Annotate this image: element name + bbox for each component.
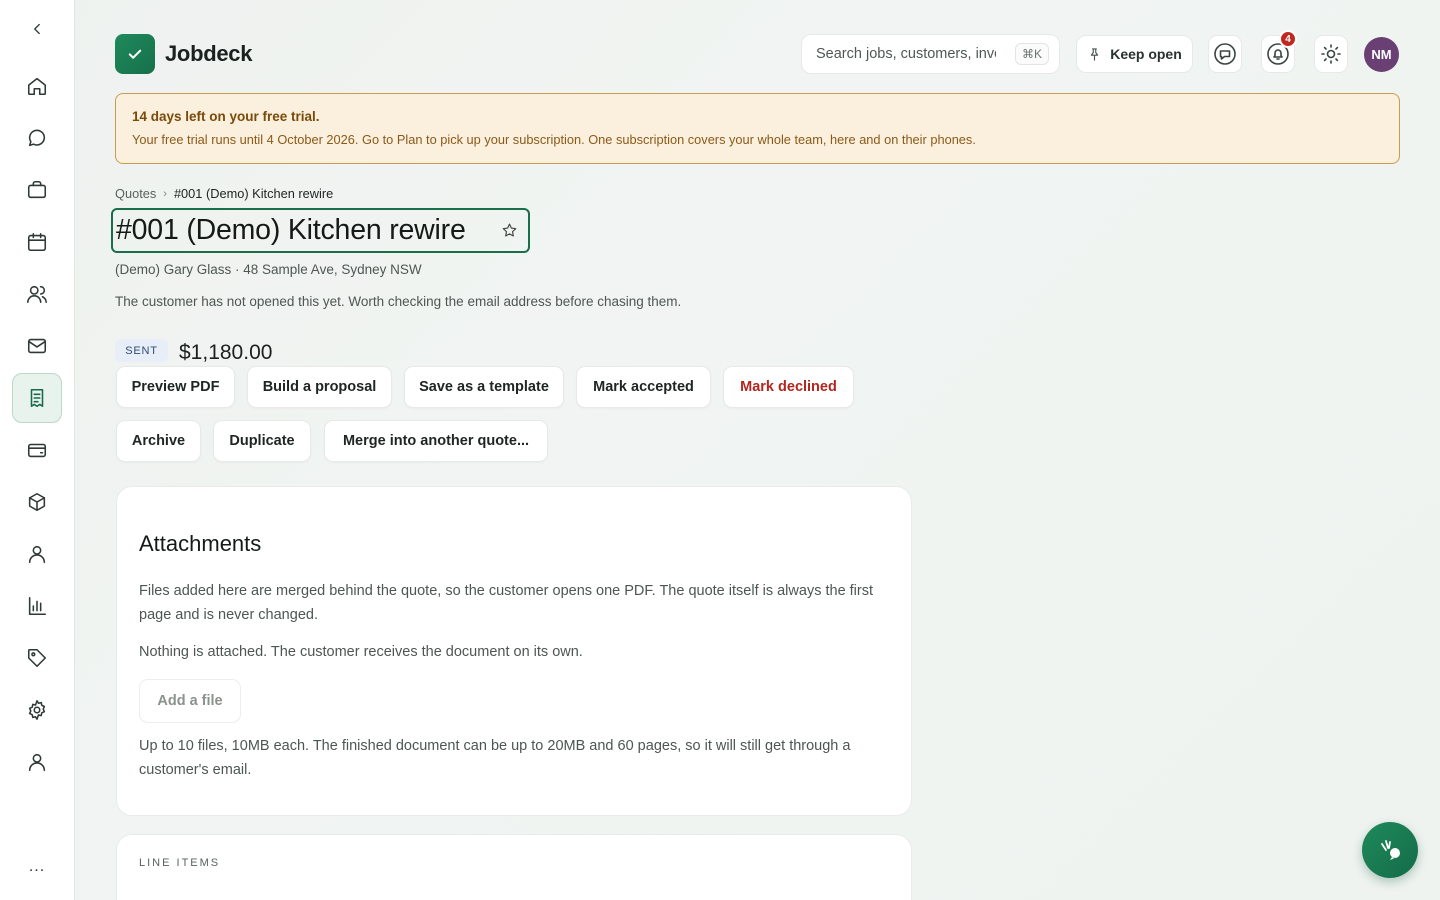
search-input[interactable] xyxy=(816,46,996,62)
theme-toggle-button[interactable] xyxy=(1314,35,1348,73)
status-note: The customer has not opened this yet. Wo… xyxy=(115,294,682,309)
attachments-card: Attachments Files added here are merged … xyxy=(116,486,912,816)
search-shortcut: ⌘K xyxy=(1014,43,1049,65)
more-menu[interactable]: ... xyxy=(12,858,62,886)
users-icon xyxy=(27,285,47,304)
attachments-empty-text: Nothing is attached. The customer receiv… xyxy=(139,644,583,660)
bar-chart-icon xyxy=(28,596,47,616)
sidebar-item-reports[interactable] xyxy=(12,581,62,631)
archive-button[interactable]: Archive xyxy=(116,420,201,462)
person-icon xyxy=(28,545,46,564)
preview-pdf-button[interactable]: Preview PDF xyxy=(116,366,235,408)
attachments-description: Files added here are merged behind the q… xyxy=(139,583,874,623)
trial-title: 14 days left on your free trial. xyxy=(132,109,320,124)
chat-bubble-icon xyxy=(28,129,46,147)
customer-address: (Demo) Gary Glass · 48 Sample Ave, Sydne… xyxy=(115,262,422,277)
chevron-right-icon: › xyxy=(163,187,167,200)
breadcrumb: Quotes › #001 (Demo) Kitchen rewire xyxy=(115,186,333,201)
sidebar-item-messages[interactable] xyxy=(12,113,62,163)
sidebar-item-team[interactable] xyxy=(12,529,62,579)
status-badge: SENT xyxy=(115,339,168,362)
home-icon xyxy=(27,77,47,96)
mail-icon xyxy=(27,338,47,354)
line-items-label: LINE ITEMS xyxy=(139,857,221,869)
search-box[interactable]: ⌘K xyxy=(801,34,1060,74)
keep-open-label: Keep open xyxy=(1110,46,1182,62)
sidebar: ... xyxy=(0,0,75,900)
pin-icon xyxy=(1091,47,1099,61)
sidebar-item-home[interactable] xyxy=(12,61,62,111)
save-template-button[interactable]: Save as a template xyxy=(404,366,564,408)
briefcase-icon xyxy=(27,180,47,199)
user-icon xyxy=(28,753,46,772)
message-icon xyxy=(1214,43,1236,65)
sidebar-item-jobs[interactable] xyxy=(12,165,62,215)
add-file-button[interactable]: Add a file xyxy=(139,679,241,723)
mark-accepted-button[interactable]: Mark accepted xyxy=(576,366,711,408)
merge-quote-button[interactable]: Merge into another quote... xyxy=(324,420,548,462)
sidebar-item-profile[interactable] xyxy=(12,737,62,787)
sidebar-item-calendar[interactable] xyxy=(12,217,62,267)
box-icon xyxy=(28,492,46,512)
calendar-icon xyxy=(27,232,47,252)
star-icon[interactable] xyxy=(501,222,518,239)
brand[interactable]: Jobdeck xyxy=(115,34,252,74)
attachments-title: Attachments xyxy=(139,531,262,556)
notifications-button[interactable]: 4 xyxy=(1261,30,1297,73)
sidebar-item-quotes[interactable] xyxy=(12,373,62,423)
assistant-icon xyxy=(1381,840,1400,860)
sidebar-item-payments[interactable] xyxy=(12,425,62,475)
build-proposal-button[interactable]: Build a proposal xyxy=(247,366,392,408)
sidebar-item-tags[interactable] xyxy=(12,633,62,683)
notification-count-badge: 4 xyxy=(1279,30,1297,48)
title-edit-field[interactable]: #001 (Demo) Kitchen rewire xyxy=(111,208,530,253)
collapse-sidebar-icon[interactable] xyxy=(12,4,62,54)
sidebar-item-email[interactable] xyxy=(12,321,62,371)
mark-declined-button[interactable]: Mark declined xyxy=(723,366,854,408)
breadcrumb-quotes-link[interactable]: Quotes xyxy=(115,186,156,201)
wallet-icon xyxy=(27,443,47,458)
sidebar-item-products[interactable] xyxy=(12,477,62,527)
brand-logo-icon xyxy=(115,34,155,74)
sidebar-item-settings[interactable] xyxy=(12,685,62,735)
sidebar-item-customers[interactable] xyxy=(12,269,62,319)
breadcrumb-current: #001 (Demo) Kitchen rewire xyxy=(173,186,334,201)
avatar[interactable]: NM xyxy=(1364,37,1399,72)
app-name: Jobdeck xyxy=(165,41,253,66)
attachments-limits: Up to 10 files, 10MB each. The finished … xyxy=(139,738,851,778)
chat-button[interactable] xyxy=(1208,35,1242,73)
line-items-card: LINE ITEMS xyxy=(116,834,912,900)
gear-icon xyxy=(28,700,46,720)
duplicate-button[interactable]: Duplicate xyxy=(213,420,311,462)
tag-icon xyxy=(27,648,47,668)
page-title[interactable]: #001 (Demo) Kitchen rewire xyxy=(116,214,466,247)
sun-icon xyxy=(1321,44,1341,64)
keep-open-button[interactable]: Keep open xyxy=(1076,35,1193,73)
trial-banner: 14 days left on your free trial. Your fr… xyxy=(115,93,1400,164)
assistant-fab[interactable] xyxy=(1362,822,1418,878)
receipt-icon xyxy=(30,388,44,408)
trial-body: Your free trial runs until 4 October 202… xyxy=(132,132,976,147)
quote-amount: $1,180.00 xyxy=(179,341,273,364)
